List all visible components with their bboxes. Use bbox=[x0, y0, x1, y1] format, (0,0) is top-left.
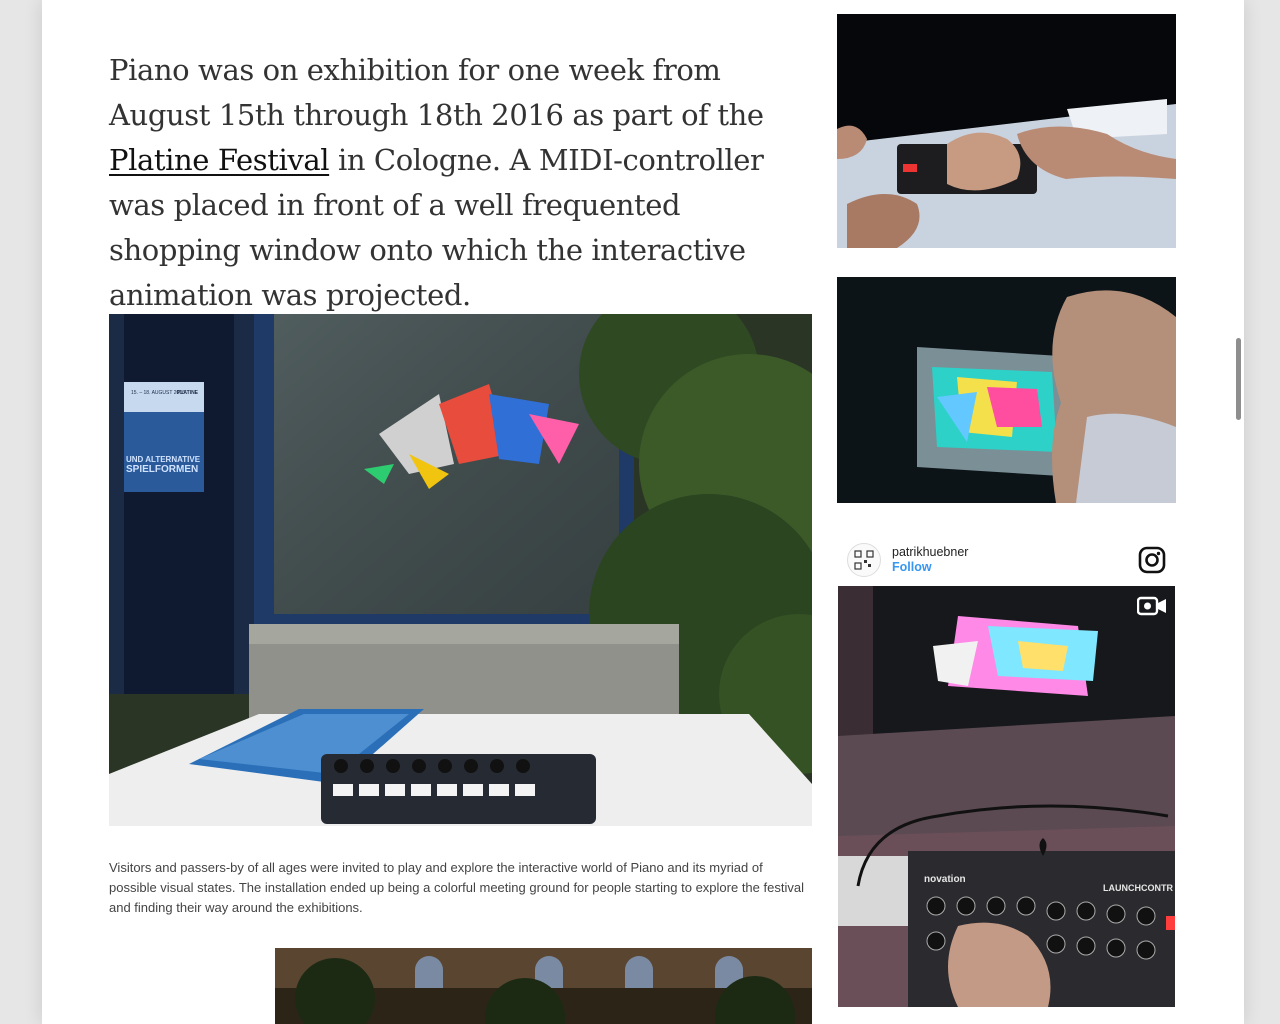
device-model: LAUNCHCONTR bbox=[1103, 883, 1173, 893]
instagram-username[interactable]: patrikhuebner bbox=[892, 545, 968, 559]
projection-viewer-photo[interactable] bbox=[837, 277, 1176, 503]
photo-caption: Visitors and passers-by of all ages were… bbox=[109, 860, 804, 915]
article-page: Piano was on exhibition for one week fro… bbox=[42, 0, 1244, 1024]
video-camera-icon bbox=[1137, 596, 1166, 616]
platine-festival-link[interactable]: Platine Festival bbox=[109, 143, 330, 177]
instagram-embed-header: patrikhuebner Follow bbox=[837, 537, 1176, 585]
poster-brand: PLATINE bbox=[177, 390, 199, 396]
instagram-icon[interactable] bbox=[1138, 546, 1166, 574]
qr-avatar-icon bbox=[854, 550, 874, 570]
page-scrollbar[interactable] bbox=[1236, 338, 1241, 420]
installation-photo[interactable]: 15. – 18. AUGUST 2016 PLATINE UND ALTERN… bbox=[109, 314, 812, 826]
poster-line1: UND ALTERNATIVE bbox=[126, 455, 201, 464]
hands-controller-photo[interactable] bbox=[837, 14, 1176, 248]
intro-paragraph: Piano was on exhibition for one week fro… bbox=[109, 48, 819, 318]
poster-line2: SPIELFORMEN bbox=[126, 464, 198, 475]
device-brand: novation bbox=[924, 874, 966, 885]
instagram-follow-link[interactable]: Follow bbox=[892, 560, 932, 574]
building-photo[interactable] bbox=[275, 948, 812, 1024]
intro-text-start: Piano was on exhibition for one week fro… bbox=[109, 53, 764, 132]
instagram-avatar[interactable] bbox=[847, 543, 881, 577]
instagram-video-post[interactable]: novation LAUNCHCONTR bbox=[838, 586, 1175, 1007]
